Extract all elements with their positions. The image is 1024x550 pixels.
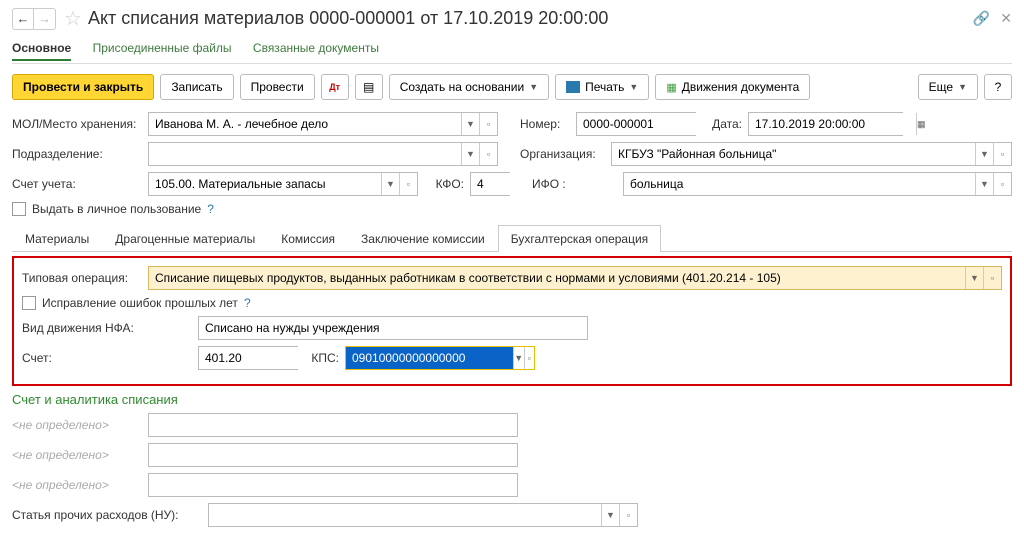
- undef-label-1: <не определено>: [12, 418, 142, 432]
- dt-kt-button[interactable]: Дт: [321, 74, 349, 100]
- acc-input[interactable]: ▼ ▫: [198, 346, 298, 370]
- accounting-operation-panel: Типовая операция: ▼ ▫ Исправление ошибок…: [12, 256, 1012, 386]
- movements-button[interactable]: ▦Движения документа: [655, 74, 810, 100]
- kps-label: КПС:: [304, 351, 339, 365]
- undef-input-1[interactable]: [148, 413, 518, 437]
- typ-op-input[interactable]: ▼ ▫: [148, 266, 1002, 290]
- save-button[interactable]: Записать: [160, 74, 233, 100]
- post-and-close-button[interactable]: Провести и закрыть: [12, 74, 154, 100]
- nav-back-button[interactable]: ←: [12, 8, 34, 30]
- acc-label: Счет:: [22, 351, 192, 365]
- link-icon[interactable]: 🔗: [973, 10, 990, 27]
- analytics-header: Счет и аналитика списания: [12, 392, 1012, 407]
- date-input[interactable]: ▦: [748, 112, 903, 136]
- personal-use-label: Выдать в личное пользование: [32, 202, 201, 216]
- date-label: Дата:: [702, 117, 742, 131]
- open-icon[interactable]: ▫: [399, 173, 417, 195]
- dept-input[interactable]: ▼ ▫: [148, 142, 498, 166]
- chevron-down-icon[interactable]: ▼: [461, 113, 479, 135]
- printer-icon: [566, 81, 580, 93]
- tab-materials[interactable]: Материалы: [12, 225, 102, 252]
- nav-forward-button[interactable]: →: [34, 8, 56, 30]
- fix-errors-checkbox[interactable]: [22, 296, 36, 310]
- link-attached-files[interactable]: Присоединенные файлы: [93, 41, 232, 55]
- print-button[interactable]: Печать▼: [555, 74, 649, 100]
- open-icon[interactable]: ▫: [993, 143, 1011, 165]
- open-icon[interactable]: ▫: [479, 113, 497, 135]
- help-icon[interactable]: ?: [244, 296, 251, 310]
- section-links: Основное Присоединенные файлы Связанные …: [12, 37, 1012, 64]
- expense-label: Статья прочих расходов (НУ):: [12, 508, 202, 522]
- mol-input[interactable]: ▼ ▫: [148, 112, 498, 136]
- tab-precious[interactable]: Драгоценные материалы: [102, 225, 268, 252]
- dept-label: Подразделение:: [12, 147, 142, 161]
- open-icon[interactable]: ▫: [993, 173, 1011, 195]
- expense-input[interactable]: ▼ ▫: [208, 503, 638, 527]
- chevron-down-icon[interactable]: ▼: [975, 173, 993, 195]
- more-button[interactable]: Еще▼: [918, 74, 978, 100]
- help-icon[interactable]: ?: [207, 202, 214, 216]
- undef-label-3: <не определено>: [12, 478, 142, 492]
- undef-input-2[interactable]: [148, 443, 518, 467]
- nfa-label: Вид движения НФА:: [22, 321, 192, 335]
- chevron-down-icon[interactable]: ▼: [975, 143, 993, 165]
- personal-use-checkbox[interactable]: [12, 202, 26, 216]
- kfo-label: КФО:: [424, 177, 464, 191]
- registers-button[interactable]: ▤: [355, 74, 383, 100]
- number-label: Номер:: [520, 117, 570, 131]
- open-icon[interactable]: ▫: [619, 504, 637, 526]
- tab-commission[interactable]: Комиссия: [268, 225, 348, 252]
- kps-input[interactable]: ▼ ▫: [345, 346, 535, 370]
- ifo-label: ИФО :: [532, 177, 617, 191]
- number-input[interactable]: [576, 112, 696, 136]
- tab-accounting[interactable]: Бухгалтерская операция: [498, 225, 661, 252]
- link-main[interactable]: Основное: [12, 41, 71, 61]
- close-icon[interactable]: ✕: [1000, 10, 1012, 27]
- ifo-input[interactable]: ▼ ▫: [623, 172, 1012, 196]
- create-based-on-button[interactable]: Создать на основании▼: [389, 74, 549, 100]
- nfa-input[interactable]: [198, 316, 588, 340]
- tab-conclusion[interactable]: Заключение комиссии: [348, 225, 498, 252]
- open-icon[interactable]: ▫: [479, 143, 497, 165]
- account-input[interactable]: ▼ ▫: [148, 172, 418, 196]
- chevron-down-icon[interactable]: ▼: [513, 347, 524, 369]
- help-button[interactable]: ?: [984, 74, 1012, 100]
- org-input[interactable]: ▼ ▫: [611, 142, 1012, 166]
- chevron-down-icon[interactable]: ▼: [601, 504, 619, 526]
- account-label: Счет учета:: [12, 177, 142, 191]
- favorite-star-icon[interactable]: ☆: [64, 6, 82, 31]
- open-icon[interactable]: ▫: [983, 267, 1001, 289]
- org-label: Организация:: [520, 147, 605, 161]
- mol-label: МОЛ/Место хранения:: [12, 117, 142, 131]
- tabs: Материалы Драгоценные материалы Комиссия…: [12, 224, 1012, 252]
- open-icon[interactable]: ▫: [524, 347, 535, 369]
- toolbar: Провести и закрыть Записать Провести Дт …: [12, 74, 1012, 100]
- nav-arrows: ← →: [12, 8, 56, 30]
- kfo-input[interactable]: [470, 172, 510, 196]
- typ-op-label: Типовая операция:: [22, 271, 142, 285]
- table-icon: ▦: [666, 81, 676, 94]
- calendar-icon[interactable]: ▦: [916, 113, 926, 135]
- fix-errors-label: Исправление ошибок прошлых лет: [42, 296, 238, 310]
- post-button[interactable]: Провести: [240, 74, 315, 100]
- undef-label-2: <не определено>: [12, 448, 142, 462]
- undef-input-3[interactable]: [148, 473, 518, 497]
- title-bar: ← → ☆ Акт списания материалов 0000-00000…: [12, 6, 1012, 31]
- chevron-down-icon[interactable]: ▼: [965, 267, 983, 289]
- chevron-down-icon[interactable]: ▼: [381, 173, 399, 195]
- page-title: Акт списания материалов 0000-000001 от 1…: [88, 8, 973, 29]
- chevron-down-icon[interactable]: ▼: [461, 143, 479, 165]
- link-related-docs[interactable]: Связанные документы: [253, 41, 379, 55]
